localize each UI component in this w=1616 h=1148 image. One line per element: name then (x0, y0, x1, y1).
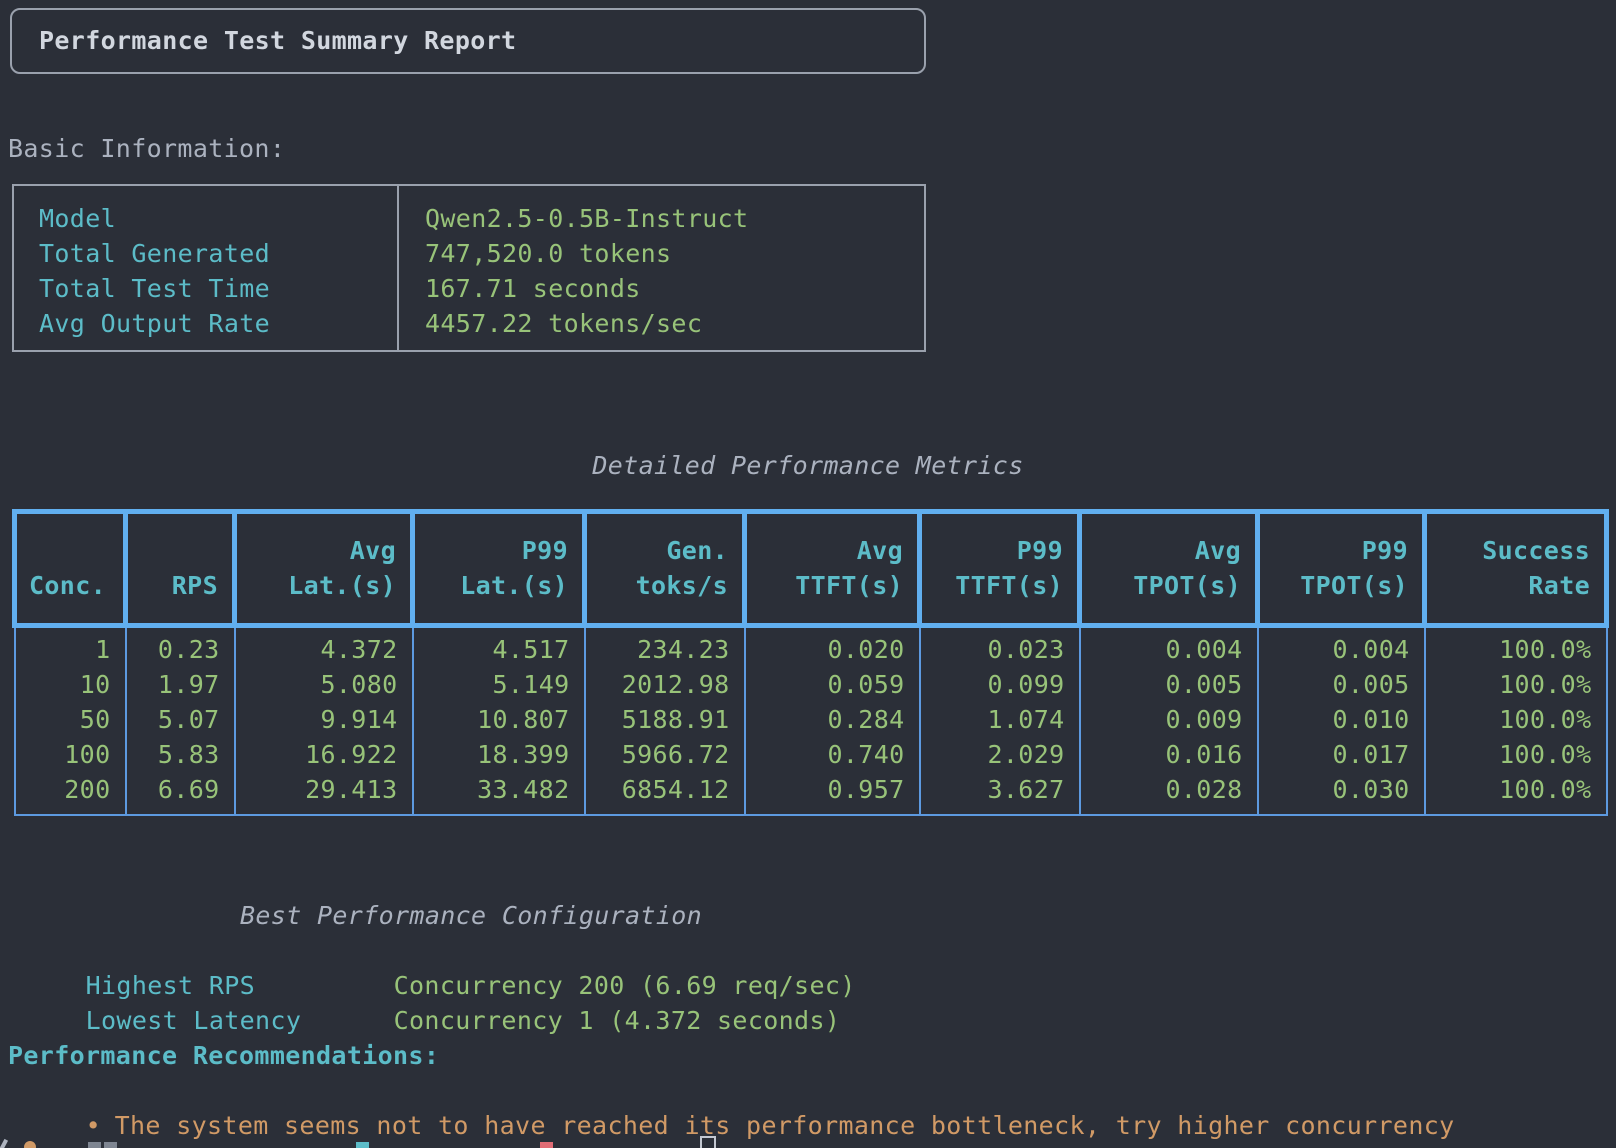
basic-info-value: Qwen2.5-0.5B-Instruct (399, 201, 924, 236)
metric-cell: 5188.91 (585, 702, 745, 737)
metric-cell: 0.005 (1080, 667, 1258, 702)
col-header-success-rate: SuccessRate (1425, 512, 1607, 626)
basic-info-label: Total Generated (14, 236, 397, 271)
clipped-text-line (0, 1139, 1616, 1148)
metric-cell: 4.372 (235, 626, 413, 668)
metric-cell: 0.284 (745, 702, 920, 737)
col-header-avg-ttft: AvgTTFT(s) (745, 512, 920, 626)
metrics-table-bottom-padding (15, 807, 1607, 815)
metric-cell: 0.23 (126, 626, 235, 668)
terminal-screen: Performance Test Summary Report Basic In… (0, 0, 1616, 1148)
metric-cell: 1.074 (920, 702, 1080, 737)
metrics-row-conc-1: 1 0.23 4.372 4.517 234.23 0.020 0.023 0.… (15, 626, 1607, 668)
metric-cell: 33.482 (413, 772, 585, 807)
basic-info-labels-column: Model Total Generated Total Test Time Av… (14, 186, 399, 350)
clipped-glyph-fragment (104, 1142, 117, 1148)
col-header-p99-tpot: P99TPOT(s) (1258, 512, 1425, 626)
metric-cell: 0.740 (745, 737, 920, 772)
basic-info-label: Total Test Time (14, 271, 397, 306)
metric-cell: 100.0% (1425, 772, 1607, 807)
metric-cell: 100.0% (1425, 737, 1607, 772)
metric-cell: 100.0% (1425, 667, 1607, 702)
basic-info-label: Model (14, 201, 397, 236)
best-config-title: Best Performance Configuration (240, 898, 702, 933)
metric-cell: 1.97 (126, 667, 235, 702)
metric-cell: 0.016 (1080, 737, 1258, 772)
metric-cell: 0.028 (1080, 772, 1258, 807)
metrics-header-row: Conc. RPS AvgLat.(s) P99Lat.(s) Gen.toks… (15, 512, 1607, 626)
metric-cell: 9.914 (235, 702, 413, 737)
metric-cell: 29.413 (235, 772, 413, 807)
metric-cell: 0.010 (1258, 702, 1425, 737)
metric-cell: 10.807 (413, 702, 585, 737)
metric-cell: 0.005 (1258, 667, 1425, 702)
basic-info-label: Avg Output Rate (14, 306, 397, 341)
best-config-value: Concurrency 1 (4.372 seconds) (394, 1006, 841, 1035)
metrics-row-conc-100: 100 5.83 16.922 18.399 5966.72 0.740 2.0… (15, 737, 1607, 772)
metrics-row-conc-50: 50 5.07 9.914 10.807 5188.91 0.284 1.074… (15, 702, 1607, 737)
clipped-glyph-fragment (540, 1142, 553, 1148)
col-header-avg-tpot: AvgTPOT(s) (1080, 512, 1258, 626)
clipped-glyph-fragment (88, 1142, 101, 1148)
metric-cell: 6.69 (126, 772, 235, 807)
report-title-panel: Performance Test Summary Report (10, 8, 926, 74)
metric-cell: 2.029 (920, 737, 1080, 772)
col-header-p99-lat: P99Lat.(s) (413, 512, 585, 626)
metric-cell: 0.030 (1258, 772, 1425, 807)
metric-cell: 2012.98 (585, 667, 745, 702)
metric-cell: 0.009 (1080, 702, 1258, 737)
metric-cell: 5966.72 (585, 737, 745, 772)
missing-glyph-box-icon (700, 1136, 716, 1148)
clipped-glyph-fragment (0, 1139, 8, 1148)
metric-cell: 200 (15, 772, 126, 807)
metric-cell: 0.957 (745, 772, 920, 807)
metric-cell: 0.004 (1080, 626, 1258, 668)
basic-info-values-column: Qwen2.5-0.5B-Instruct 747,520.0 tokens 1… (399, 186, 924, 350)
recommendation-item: •The system seems not to have reached it… (24, 1073, 1455, 1148)
recommendations-heading: Performance Recommendations: (8, 1038, 439, 1073)
metric-cell: 234.23 (585, 626, 745, 668)
col-header-p99-ttft: P99TTFT(s) (920, 512, 1080, 626)
metric-cell: 5.07 (126, 702, 235, 737)
metric-cell: 100.0% (1425, 626, 1607, 668)
metric-cell: 100 (15, 737, 126, 772)
metrics-row-conc-200: 200 6.69 29.413 33.482 6854.12 0.957 3.6… (15, 772, 1607, 807)
clipped-glyph-fragment (356, 1142, 369, 1148)
col-header-rps: RPS (126, 512, 235, 626)
metrics-table-title: Detailed Performance Metrics (12, 448, 1604, 483)
metrics-row-conc-10: 10 1.97 5.080 5.149 2012.98 0.059 0.099 … (15, 667, 1607, 702)
metric-cell: 0.059 (745, 667, 920, 702)
col-header-conc: Conc. (15, 512, 126, 626)
metric-cell: 0.023 (920, 626, 1080, 668)
metric-cell: 5.83 (126, 737, 235, 772)
metric-cell: 0.099 (920, 667, 1080, 702)
col-header-gen-toks: Gen.toks/s (585, 512, 745, 626)
basic-info-value: 747,520.0 tokens (399, 236, 924, 271)
metric-cell: 100.0% (1425, 702, 1607, 737)
metric-cell: 3.627 (920, 772, 1080, 807)
metric-cell: 1 (15, 626, 126, 668)
basic-info-heading: Basic Information: (8, 131, 285, 166)
best-config-label: Lowest Latency (86, 1003, 394, 1038)
col-header-avg-lat: AvgLat.(s) (235, 512, 413, 626)
metrics-table: Conc. RPS AvgLat.(s) P99Lat.(s) Gen.toks… (12, 509, 1609, 816)
basic-info-value: 4457.22 tokens/sec (399, 306, 924, 341)
bullet-icon: • (86, 1108, 115, 1143)
metric-cell: 4.517 (413, 626, 585, 668)
clipped-bullet-fragment (24, 1141, 36, 1148)
metric-cell: 0.004 (1258, 626, 1425, 668)
metric-cell: 5.149 (413, 667, 585, 702)
metric-cell: 6854.12 (585, 772, 745, 807)
basic-info-value: 167.71 seconds (399, 271, 924, 306)
metric-cell: 0.020 (745, 626, 920, 668)
metric-cell: 5.080 (235, 667, 413, 702)
metric-cell: 16.922 (235, 737, 413, 772)
metric-cell: 10 (15, 667, 126, 702)
metric-cell: 18.399 (413, 737, 585, 772)
metric-cell: 0.017 (1258, 737, 1425, 772)
report-title: Performance Test Summary Report (12, 10, 924, 72)
basic-info-table: Model Total Generated Total Test Time Av… (12, 184, 926, 352)
recommendation-text: The system seems not to have reached its… (115, 1111, 1455, 1140)
metric-cell: 50 (15, 702, 126, 737)
